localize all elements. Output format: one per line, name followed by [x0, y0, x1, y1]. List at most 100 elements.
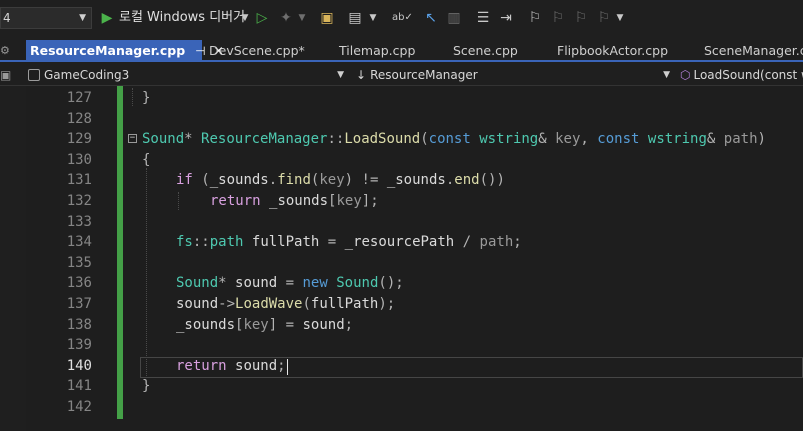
code-token: new: [302, 275, 328, 291]
code-token: :: [327, 131, 336, 147]
code-token: const: [597, 131, 640, 147]
code-token: ,: [580, 131, 589, 147]
code-token: LoadWave: [235, 296, 303, 312]
code-token: -: [218, 296, 227, 312]
bookmark-prev-icon[interactable]: ⚐: [550, 9, 566, 27]
code-token: (: [201, 172, 210, 188]
chevron-down-icon[interactable]: ▼: [615, 9, 625, 27]
code-token: Sound: [142, 131, 185, 147]
code-token: ;: [344, 317, 354, 333]
chevron-down-icon[interactable]: ▼: [297, 9, 307, 27]
code-token: key: [555, 131, 581, 147]
bookmark-clear-icon[interactable]: ⚐: [596, 9, 612, 27]
line-number: 127: [66, 90, 92, 106]
code-line-140[interactable]: return sound;: [176, 356, 286, 377]
scope-arrow-icon: ↓: [356, 68, 367, 82]
method-icon: ⬡: [680, 68, 691, 82]
change-tracking-bar: [117, 86, 123, 419]
code-token: =: [285, 275, 295, 291]
tab-resourcemanager[interactable]: ResourceManager.cpp ⊣ ✕: [26, 40, 224, 62]
code-token: ): [496, 172, 505, 188]
code-token: (: [378, 275, 387, 291]
code-token: find: [277, 172, 311, 188]
code-token: ]: [268, 317, 278, 333]
member-dropdown[interactable]: ⬡ LoadSound(const w: [680, 66, 803, 84]
code-token: sound: [176, 296, 219, 312]
code-token: path: [479, 234, 514, 250]
indent-guide: [132, 88, 133, 106]
tab-flipbookactor[interactable]: FlipbookActor.cpp: [557, 40, 668, 62]
code-line-134[interactable]: fs::path fullPath = _resourcePath / path…: [176, 232, 522, 253]
code-line-132[interactable]: return _sounds[key];: [210, 191, 379, 212]
code-token: _resourcePath: [344, 234, 455, 250]
member-name: LoadSound(const w: [693, 68, 803, 82]
code-token: path: [209, 234, 244, 250]
window-icon[interactable]: ▤: [346, 9, 364, 27]
line-number: 138: [66, 317, 92, 333]
format-icon[interactable]: ☰: [474, 9, 492, 27]
code-token: key: [243, 317, 269, 333]
pin-icon[interactable]: ⊣: [195, 44, 205, 58]
navigation-bar: ▣ GameCoding3 ▼ ↓ ResourceManager ▼ ⬡ Load…: [0, 64, 803, 86]
bookmark-icon[interactable]: ⚐: [527, 9, 543, 27]
code-line-137[interactable]: sound->LoadWave(fullPath);: [176, 294, 395, 315]
scope-dropdown[interactable]: ↓ ResourceManager ▼: [356, 66, 674, 84]
settings-icon[interactable]: ⚙: [0, 40, 10, 62]
tab-label: Tilemap.cpp: [339, 43, 416, 58]
spellcheck-icon[interactable]: ab✓: [392, 9, 413, 27]
solution-config-dropdown[interactable]: 4 ▼: [0, 7, 92, 29]
folder-icon[interactable]: ▣: [318, 9, 336, 27]
code-token: (: [479, 172, 489, 188]
attach-icon[interactable]: ✦: [277, 9, 295, 27]
code-token: const: [428, 131, 471, 147]
view-icon[interactable]: ▣: [0, 66, 14, 84]
code-token: key: [336, 193, 362, 209]
code-token: key: [319, 172, 345, 188]
project-icon: [28, 69, 40, 81]
tile-icon[interactable]: ▥: [445, 9, 463, 27]
tab-label: SceneManager.cpp: [704, 43, 803, 58]
chevron-down-icon[interactable]: ▼: [240, 9, 250, 27]
code-line-130[interactable]: {: [142, 150, 150, 171]
cursor-icon[interactable]: ↖: [422, 9, 440, 27]
line-number-current: 140: [66, 358, 92, 374]
debug-target-label[interactable]: 로컬 Windows 디버거: [119, 9, 245, 27]
code-line-127[interactable]: }: [142, 88, 150, 109]
code-token: !: [361, 172, 370, 188]
line-number: 130: [66, 152, 92, 168]
code-line-131[interactable]: if (_sounds.find(key) != _sounds.end()): [176, 170, 505, 191]
code-token: sound: [235, 275, 278, 291]
chevron-down-icon[interactable]: ▼: [368, 9, 378, 27]
code-line-138[interactable]: _sounds[key] = sound;: [176, 315, 353, 336]
indent-icon[interactable]: ⇥: [497, 9, 515, 27]
code-line-129[interactable]: Sound* ResourceManager::LoadSound(const …: [142, 129, 766, 150]
code-token: (: [302, 296, 311, 312]
tab-tilemap[interactable]: Tilemap.cpp: [339, 40, 415, 62]
code-token: if: [176, 172, 193, 188]
play-outline-icon[interactable]: ▷: [255, 9, 269, 27]
collapse-icon[interactable]: −: [128, 134, 137, 143]
play-icon[interactable]: ▶: [100, 9, 114, 27]
code-line-141[interactable]: }: [142, 376, 150, 397]
code-token: _sounds: [269, 193, 329, 209]
code-line-136[interactable]: Sound* sound = new Sound();: [176, 273, 404, 294]
tab-scenemanager[interactable]: SceneManager.cpp: [704, 40, 803, 62]
code-token: *: [218, 275, 227, 291]
text-cursor: [287, 359, 288, 375]
scope-name: ResourceManager: [370, 68, 478, 82]
line-number: 141: [66, 378, 92, 394]
tab-devscene[interactable]: DevScene.cpp*: [209, 40, 305, 62]
project-dropdown[interactable]: GameCoding3 ▼: [28, 66, 348, 84]
chevron-down-icon: ▼: [79, 13, 86, 23]
bookmark-next-icon[interactable]: ⚐: [573, 9, 589, 27]
code-token: Sound: [336, 275, 379, 291]
tab-label: DevScene.cpp*: [209, 43, 305, 58]
tab-scene[interactable]: Scene.cpp: [453, 40, 518, 62]
